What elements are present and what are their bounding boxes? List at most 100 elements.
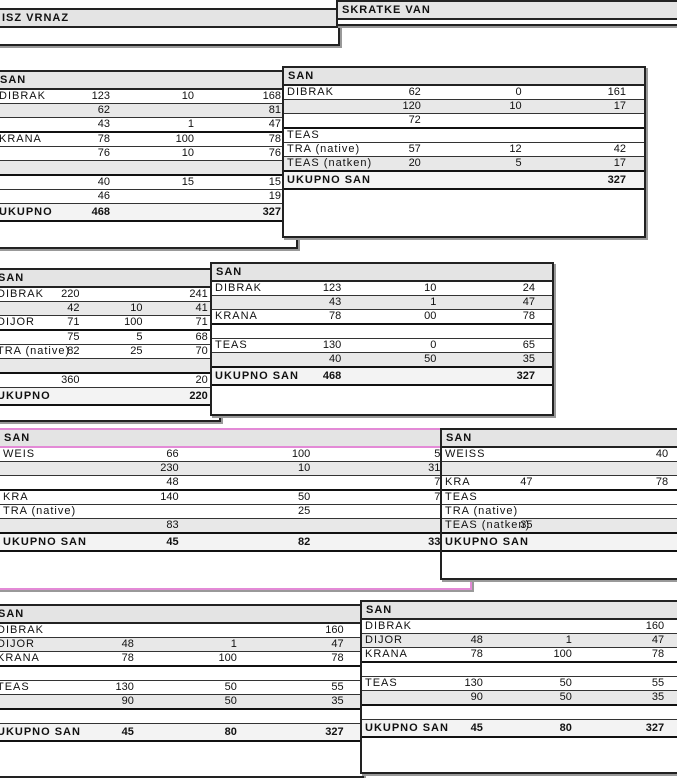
table-row: KRANA 78 100 78 (0, 133, 296, 147)
total-row: UKUPNO SAN 45 82 330 (0, 534, 470, 552)
total-label: UKUPNO SAN (215, 370, 299, 382)
cell-c2: 10 (424, 282, 437, 294)
cell-c2: 5 (515, 157, 522, 169)
sheet-title: SAN (362, 602, 677, 620)
cell-c2: 100 (218, 652, 237, 664)
total-label: UKUPNO SAN (287, 174, 371, 186)
table-row: 40 50 35 (212, 353, 552, 368)
cell-c1: 71 (67, 316, 80, 328)
cell-c3: 65 (522, 339, 535, 351)
table-row: 120 10 17 (284, 100, 644, 114)
spreadsheet-sheet-5: SANWEIS6610056230103104878KRA1405072TRA … (0, 428, 472, 590)
cell-c2: 0 (430, 339, 437, 351)
total-c2: 80 (224, 726, 237, 738)
cell-c3: 47 (331, 638, 344, 650)
cell-c3: 17 (613, 157, 626, 169)
cell-c1: 57 (408, 143, 421, 155)
row-label: TEAS (365, 677, 398, 689)
total-c1: 45 (166, 536, 179, 548)
cell-c2: 25 (297, 505, 311, 517)
cell-c3: 81 (268, 104, 281, 116)
table-row: 43 1 47 (212, 296, 552, 310)
cell-c1: 90 (470, 691, 483, 703)
sheet-title: SAN (442, 430, 677, 448)
row-label: DIJOR (0, 316, 35, 328)
row-label: DIBRAK (0, 90, 46, 102)
cell-c1: 220 (61, 288, 80, 300)
table-row: DIJOR 71 100 71 (0, 316, 219, 331)
cell-c3: 161 (607, 86, 626, 98)
row-label: TEAS (0, 681, 30, 693)
table-row: DIBRAK 123 10 24 (212, 282, 552, 296)
cell-c2: 50 (224, 695, 237, 707)
cell-c3: 55 (651, 677, 665, 689)
cell-c2: 50 (297, 491, 311, 503)
row-label: KRA (3, 491, 29, 503)
table-row: DIJOR 48 1 47 (362, 634, 677, 648)
cell-c3: 68 (195, 331, 208, 343)
table-row: TEAS (442, 491, 677, 505)
cell-c2: 10 (181, 90, 194, 102)
table-row: TEAS 130 50 55 (362, 677, 677, 691)
total-c1: 45 (470, 722, 483, 734)
cell-c3: 168 (262, 90, 281, 102)
total-c3: 327 (645, 722, 665, 734)
total-label: UKUPNO SAN (365, 722, 449, 734)
cell-c3: 20 (195, 374, 208, 386)
cell-c2: 12 (509, 143, 522, 155)
total-c3: 327 (607, 174, 626, 186)
cell-c1: 40 (328, 353, 342, 365)
total-row: UKUPNO SAN 327 (284, 172, 644, 190)
sheet-title: SAN (0, 606, 362, 624)
cell-c3: 76 (268, 147, 281, 159)
table-row (212, 325, 552, 339)
top-header-right: SKRATKE VAN (338, 2, 677, 20)
table-row (0, 359, 219, 374)
cell-c3: 35 (331, 695, 344, 707)
cell-c3: 55 (331, 681, 344, 693)
table-row: DIJOR 48 1 47 (0, 638, 362, 652)
cell-c1: 230 (160, 462, 179, 474)
table-row: 76 10 76 (0, 147, 296, 161)
table-row: TEAS (284, 129, 644, 143)
cell-c2: 50 (424, 353, 437, 365)
row-label: DIBRAK (287, 86, 334, 98)
total-c3: 327 (262, 206, 281, 218)
cell-c2: 100 (175, 133, 194, 145)
cell-c3: 78 (331, 652, 344, 664)
table-row: 62 81 (0, 104, 296, 118)
cell-c3: 35 (651, 691, 665, 703)
table-row: DIBRAK 220 241 (0, 288, 219, 302)
table-row (0, 161, 296, 176)
table-row: 42 10 41 (0, 302, 219, 316)
cell-c3: 35 (522, 353, 535, 365)
table-row: DIBRAK 160 (0, 624, 362, 638)
table-row: TRA (native) 25 (0, 505, 470, 519)
table-row: TEAS 130 0 65 (212, 339, 552, 353)
spreadsheet-sheet-3: SAN DIBRAK 220 241 42 10 41 DIJOR 71 100 71 75 5 68 TR… (0, 268, 221, 422)
cell-c2: 1 (230, 638, 237, 650)
table-row: TEAS (natken) 35 (442, 519, 677, 534)
table-row: 46 19 (0, 190, 296, 204)
row-label: TEAS (natken) (445, 519, 531, 531)
cell-c1: 47 (520, 476, 533, 488)
cell-c1: 78 (470, 648, 483, 660)
total-row: UKUPNO 220 (0, 388, 219, 406)
table-row: KRA 47 78 (442, 476, 677, 491)
row-label: KRANA (215, 310, 258, 322)
cell-c3: 47 (268, 118, 281, 130)
row-label: TRA (native) (445, 505, 519, 517)
cell-c1: 130 (115, 681, 134, 693)
table-row: TEAS 130 50 55 (0, 681, 362, 695)
table-row: 360 20 (0, 374, 219, 388)
table-row: 4878 (0, 476, 470, 491)
top-header-sheet: ISZ VRNAZ (0, 8, 340, 46)
cell-c1: 120 (402, 100, 421, 112)
spreadsheet-sheet-2: SAN DIBRAK 62 0 161 120 10 17 72 TEAS TRA (native)… (282, 66, 646, 238)
cell-c1: 90 (121, 695, 134, 707)
cell-c2: 10 (130, 302, 143, 314)
cell-c1: 130 (464, 677, 483, 689)
cell-c1: 140 (160, 491, 179, 503)
table-row: 75 5 68 (0, 331, 219, 345)
cell-c2: 1 (565, 634, 572, 646)
